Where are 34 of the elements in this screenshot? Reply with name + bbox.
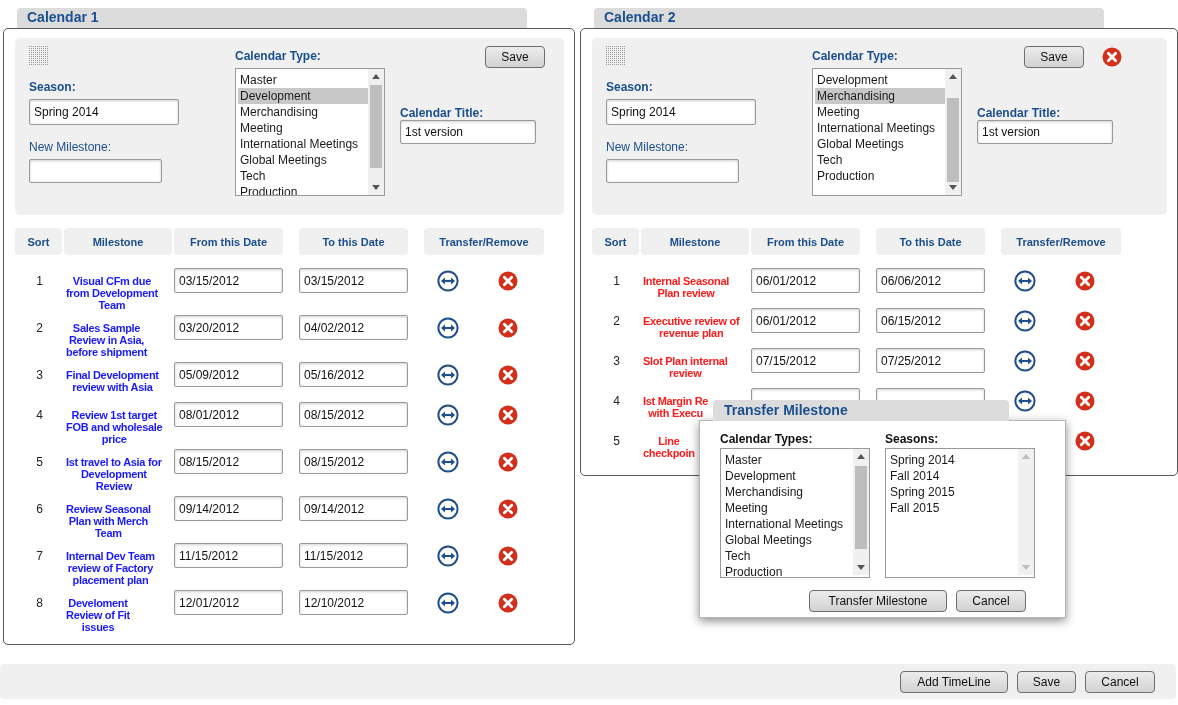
calendar-type-label: Calendar Type:: [235, 49, 322, 63]
sort-number: 2: [35, 320, 44, 334]
column-header: To this Date: [299, 228, 408, 255]
sort-number: 4: [612, 393, 621, 407]
column-header: Milestone: [64, 228, 172, 255]
column-header: From this Date: [174, 228, 283, 255]
new-milestone-label: New Milestone:: [606, 140, 689, 154]
column-header: Transfer/Remove: [424, 228, 544, 255]
sort-number: 7: [35, 548, 44, 562]
sort-number: 3: [35, 367, 44, 381]
sort-number: 1: [612, 273, 621, 287]
column-header: Milestone: [641, 228, 749, 255]
season-label: Season:: [606, 80, 653, 94]
sort-number: 4: [35, 407, 44, 421]
new-milestone-label: New Milestone:: [29, 140, 112, 154]
sort-number: 2: [612, 313, 621, 327]
calendar-type-label: Calendar Type:: [812, 49, 899, 63]
sort-number: 1: [35, 273, 44, 287]
column-header: Sort: [592, 228, 639, 255]
sort-number: 6: [35, 501, 44, 515]
dialog-title: Transfer Milestone: [713, 400, 1009, 421]
sort-number: 5: [35, 454, 44, 468]
season-label: Season:: [29, 80, 76, 94]
sort-number: 5: [612, 433, 621, 447]
column-header: To this Date: [876, 228, 985, 255]
sort-number: 3: [612, 353, 621, 367]
seasons-label: Seasons:: [885, 432, 940, 446]
column-header: Transfer/Remove: [1001, 228, 1121, 255]
column-header: From this Date: [751, 228, 860, 255]
calendar-title-label: Calendar Title:: [400, 106, 484, 120]
calendar-types-label: Calendar Types:: [720, 432, 814, 446]
sort-number: 8: [35, 595, 44, 609]
column-header: Sort: [15, 228, 62, 255]
calendar-title-label: Calendar Title:: [977, 106, 1061, 120]
